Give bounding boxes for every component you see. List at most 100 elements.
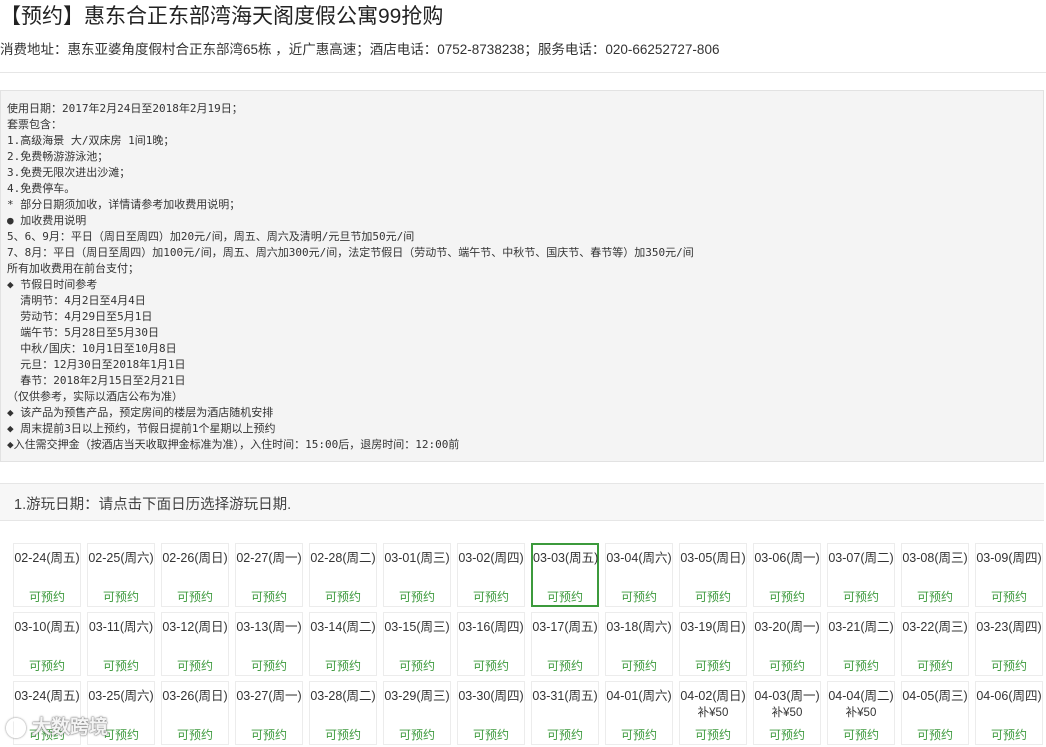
day-status: 可预约	[620, 659, 657, 673]
description-line: 春节：2018年2月15日至2月21日	[7, 374, 186, 387]
day-date: 03-17(周五)	[532, 620, 598, 634]
description-line: 5、6、9月：平日（周日至周四）加20元/间，周五、周六及清明/元旦节加50元/…	[7, 230, 415, 243]
day-status: 可预约	[916, 590, 953, 604]
day-status: 可预约	[102, 590, 139, 604]
day-status: 可预约	[250, 590, 287, 604]
calendar-day-cell[interactable]: 03-07(周二) 可预约	[827, 543, 895, 607]
day-date: 03-29(周三)	[384, 689, 450, 703]
page-title: 【预约】惠东合正东部湾海天阁度假公寓99抢购	[0, 5, 444, 28]
calendar-day-cell[interactable]: 03-11(周六) 可预约	[87, 612, 155, 676]
description-line: 3.免费无限次进出沙滩；	[7, 166, 131, 179]
day-status: 可预约	[768, 659, 805, 673]
calendar-day-cell[interactable]: 03-05(周日) 可预约	[679, 543, 747, 607]
day-status: 可预约	[324, 590, 361, 604]
day-status: 可预约	[472, 590, 509, 604]
calendar-day-cell[interactable]: 03-04(周六) 可预约	[605, 543, 673, 607]
day-date: 03-07(周二)	[828, 551, 894, 565]
day-date: 03-10(周五)	[14, 620, 80, 634]
day-date: 04-01(周六)	[606, 689, 672, 703]
calendar-day-cell[interactable]: 02-25(周六) 可预约	[87, 543, 155, 607]
calendar-day-cell[interactable]: 02-28(周二) 可预约	[309, 543, 377, 607]
calendar-day-cell[interactable]: 03-17(周五) 可预约	[531, 612, 599, 676]
day-date: 03-21(周二)	[828, 620, 894, 634]
description-line: ◆入住需交押金（按酒店当天收取押金标准为准），入住时间：15:00后，退房时间：…	[7, 438, 460, 451]
day-status: 可预约	[990, 728, 1027, 742]
day-status: 可预约	[768, 728, 805, 742]
calendar-day-cell[interactable]: 03-21(周二) 可预约	[827, 612, 895, 676]
calendar-day-cell[interactable]: 02-27(周一) 可预约	[235, 543, 303, 607]
calendar-day-cell[interactable]: 02-26(周日) 可预约	[161, 543, 229, 607]
calendar-day-cell[interactable]: 04-06(周四) 可预约	[975, 681, 1043, 745]
calendar-day-cell[interactable]: 03-16(周四) 可预约	[457, 612, 525, 676]
day-date: 02-27(周一)	[236, 551, 302, 565]
calendar-day-cell[interactable]: 03-15(周三) 可预约	[383, 612, 451, 676]
calendar-day-cell[interactable]: 03-19(周日) 可预约	[679, 612, 747, 676]
day-date: 03-19(周日)	[680, 620, 746, 634]
day-date: 03-20(周一)	[754, 620, 820, 634]
calendar-day-cell[interactable]: 03-27(周一) 可预约	[235, 681, 303, 745]
calendar-day-cell[interactable]: 04-04(周二) 补¥50 可预约	[827, 681, 895, 745]
watermark-logo-icon	[6, 717, 26, 738]
calendar-day-cell[interactable]: 03-20(周一) 可预约	[753, 612, 821, 676]
day-date: 03-31(周五)	[532, 689, 598, 703]
calendar-day-cell[interactable]: 03-29(周三) 可预约	[383, 681, 451, 745]
day-date: 03-06(周一)	[754, 551, 820, 565]
day-surcharge: 补¥50	[771, 707, 803, 719]
calendar-day-cell[interactable]: 03-10(周五) 可预约	[13, 612, 81, 676]
calendar-day-cell[interactable]: 03-13(周一) 可预约	[235, 612, 303, 676]
description-line: 使用日期：2017年2月24日至2018年2月19日；	[7, 102, 243, 115]
calendar-day-cell[interactable]: 03-09(周四) 可预约	[975, 543, 1043, 607]
calendar-day-cell[interactable]: 03-01(周三) 可预约	[383, 543, 451, 607]
calendar-day-cell[interactable]: 03-23(周四) 可预约	[975, 612, 1043, 676]
day-status: 可预约	[250, 728, 287, 742]
description-line: 所有加收费用在前台支付；	[7, 262, 139, 275]
day-date: 03-12(周日)	[162, 620, 228, 634]
calendar-day-cell[interactable]: 03-31(周五) 可预约	[531, 681, 599, 745]
day-date: 02-25(周六)	[88, 551, 154, 565]
day-date: 03-25(周六)	[88, 689, 154, 703]
day-date: 03-24(周五)	[14, 689, 80, 703]
calendar-day-cell[interactable]: 03-06(周一) 可预约	[753, 543, 821, 607]
description-line: 元旦：12月30日至2018年1月1日	[7, 358, 186, 371]
calendar-day-cell[interactable]: 03-12(周日) 可预约	[161, 612, 229, 676]
calendar-day-cell[interactable]: 03-03(周五) 可预约	[531, 543, 599, 607]
day-status: 可预约	[694, 590, 731, 604]
calendar-day-cell[interactable]: 04-03(周一) 补¥50 可预约	[753, 681, 821, 745]
day-date: 03-27(周一)	[236, 689, 302, 703]
day-status: 可预约	[546, 590, 583, 604]
calendar-day-cell[interactable]: 04-01(周六) 可预约	[605, 681, 673, 745]
day-status: 可预约	[176, 659, 213, 673]
description-line: ◆ 节假日时间参考	[7, 278, 98, 291]
calendar-day-cell[interactable]: 04-05(周三) 可预约	[901, 681, 969, 745]
day-status: 可预约	[842, 659, 879, 673]
calendar-day-cell[interactable]: 03-18(周六) 可预约	[605, 612, 673, 676]
address-line: 消费地址：惠东亚婆角度假村合正东部湾65栋 ，近广惠高速；酒店电话：0752-8…	[0, 42, 720, 57]
description-lines: 使用日期：2017年2月24日至2018年2月19日； 套票包含： 1.高级海景 大…	[7, 101, 694, 453]
calendar-day-cell[interactable]: 03-28(周二) 可预约	[309, 681, 377, 745]
day-date: 03-03(周五)	[533, 551, 599, 565]
day-status: 可预约	[176, 728, 213, 742]
day-date: 03-13(周一)	[236, 620, 302, 634]
calendar-day-cell[interactable]: 03-14(周二) 可预约	[309, 612, 377, 676]
day-date: 03-22(周三)	[902, 620, 968, 634]
day-date: 03-26(周日)	[162, 689, 228, 703]
step-label: 1.游玩日期：请点击下面日历选择游玩日期.	[14, 497, 292, 513]
description-line: ◆ 该产品为预售产品，预定房间的楼层为酒店随机安排	[7, 406, 274, 419]
calendar-day-cell[interactable]: 04-02(周日) 补¥50 可预约	[679, 681, 747, 745]
calendar-day-cell[interactable]: 03-30(周四) 可预约	[457, 681, 525, 745]
day-status: 可预约	[324, 728, 361, 742]
calendar-day-cell[interactable]: 03-26(周日) 可预约	[161, 681, 229, 745]
calendar-day-cell[interactable]: 03-02(周四) 可预约	[457, 543, 525, 607]
day-status: 可预约	[842, 590, 879, 604]
day-status: 可预约	[176, 590, 213, 604]
day-date: 02-28(周二)	[310, 551, 376, 565]
day-date: 02-26(周日)	[162, 551, 228, 565]
calendar-day-cell[interactable]: 02-24(周五) 可预约	[13, 543, 81, 607]
day-date: 03-09(周四)	[976, 551, 1042, 565]
calendar-day-cell[interactable]: 03-22(周三) 可预约	[901, 612, 969, 676]
day-status: 可预约	[620, 590, 657, 604]
description-line: ● 加收费用说明	[7, 214, 87, 227]
calendar-day-cell[interactable]: 03-08(周三) 可预约	[901, 543, 969, 607]
day-date: 04-05(周三)	[902, 689, 968, 703]
day-date: 03-14(周二)	[310, 620, 376, 634]
